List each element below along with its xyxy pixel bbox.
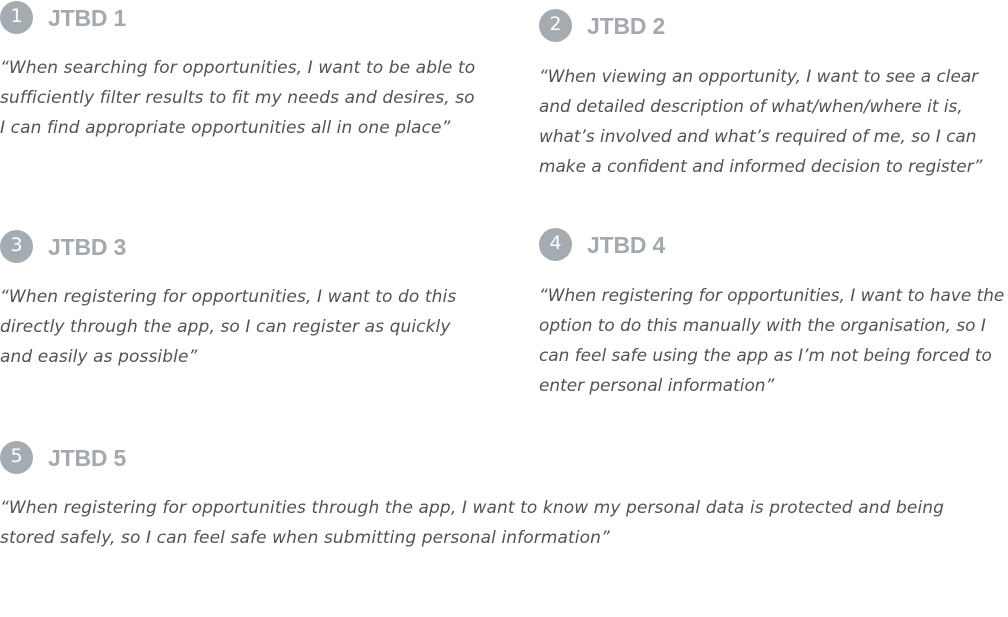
jtbd-quote: “When registering for opportunities thro… xyxy=(0,498,945,548)
jtbd-title: JTBD 1 xyxy=(48,5,127,31)
number-badge: 2 xyxy=(539,9,572,42)
jtbd-card-1: 1 JTBD 1 “When searching for opportuniti… xyxy=(0,1,478,143)
number-badge: 3 xyxy=(0,230,33,263)
jtbd-quote: “When searching for opportunities, I wan… xyxy=(0,58,476,138)
jtbd-title: JTBD 2 xyxy=(587,13,666,39)
number-badge: 1 xyxy=(0,1,33,34)
number-badge: 5 xyxy=(0,441,33,474)
jtbd-header: 1 JTBD 1 xyxy=(0,1,478,35)
jtbd-card-3: 3 JTBD 3 “When registering for opportuni… xyxy=(0,230,478,372)
jtbd-title: JTBD 5 xyxy=(48,445,127,471)
jtbd-header: 4 JTBD 4 xyxy=(539,228,1008,262)
jtbd-card-2: 2 JTBD 2 “When viewing an opportunity, I… xyxy=(539,9,1008,181)
jtbd-title: JTBD 4 xyxy=(587,232,666,258)
jtbd-quote: “When viewing an opportunity, I want to … xyxy=(539,66,983,176)
jtbd-quote: “When registering for opportunities, I w… xyxy=(539,285,1005,395)
jtbd-quote: “When registering for opportunities, I w… xyxy=(0,287,457,367)
jtbd-header: 2 JTBD 2 xyxy=(539,9,1008,43)
jtbd-header: 3 JTBD 3 xyxy=(0,230,478,264)
number-badge: 4 xyxy=(539,228,572,261)
jtbd-title: JTBD 3 xyxy=(48,234,127,260)
jtbd-card-4: 4 JTBD 4 “When registering for opportuni… xyxy=(539,228,1008,400)
jtbd-header: 5 JTBD 5 xyxy=(0,441,1008,475)
jtbd-card-5: 5 JTBD 5 “When registering for opportuni… xyxy=(0,441,1008,553)
